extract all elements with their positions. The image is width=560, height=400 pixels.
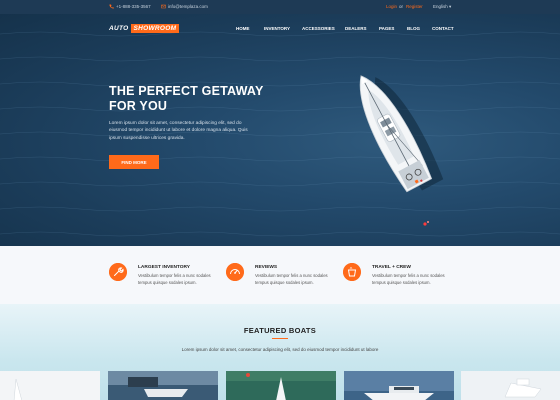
boat-card-1[interactable]	[0, 371, 100, 400]
hero-section: AUTO SHOWROOM HOME INVENTORY ACCESSORIES…	[0, 14, 560, 246]
feature-description: Vestibulum tempor felis a nunc sodales t…	[372, 273, 445, 285]
hero-title: THE PERFECT GETAWAY FOR YOU	[109, 84, 309, 114]
boat-card-3[interactable]	[226, 371, 336, 400]
hero-title-line-1: THE PERFECT GETAWAY	[109, 84, 264, 98]
login-link[interactable]: Login	[386, 4, 397, 10]
wrench-icon	[109, 263, 127, 281]
find-more-button[interactable]: FIND MORE	[109, 155, 159, 169]
register-link[interactable]: Register	[406, 4, 423, 10]
language-selector[interactable]: English	[433, 4, 448, 10]
boat-card-5[interactable]	[461, 371, 560, 400]
feature-title: LARGEST INVENTORY	[138, 265, 190, 270]
phone-icon	[109, 4, 114, 9]
phone-number[interactable]: +1-888-335-3567	[116, 4, 151, 10]
chevron-down-icon[interactable]: ▾	[449, 4, 451, 10]
section-title: FEATURED BOATS	[243, 326, 317, 335]
cup-icon	[343, 263, 361, 281]
featured-boats-section: FEATURED BOATS Lorem ipsum dolor sit ame…	[0, 304, 560, 400]
or-separator: or	[399, 4, 404, 9]
hero-description: Lorem ipsum dolor sit amet, consectetur …	[109, 121, 248, 141]
top-bar: +1-888-335-3567 info@templaza.com Login …	[0, 0, 560, 14]
mail-icon	[161, 4, 166, 9]
gauge-icon	[226, 263, 244, 281]
feature-title: TRAVEL + CREW	[372, 265, 411, 270]
feature-description: Vestibulum tempor felis a nunc sodales t…	[255, 273, 328, 285]
section-subtitle: Lorem ipsum dolor sit amet, consectetur …	[181, 347, 379, 352]
hero-title-line-2: FOR YOU	[109, 99, 168, 113]
boat-card-2[interactable]	[108, 371, 218, 400]
title-underline	[272, 338, 288, 339]
feature-description: Vestibulum tempor felis a nunc sodales t…	[138, 273, 211, 285]
sailboat-image	[359, 75, 444, 226]
feature-title: REVIEWS	[255, 265, 278, 270]
features-strip: LARGEST INVENTORY Vestibulum tempor feli…	[0, 246, 560, 304]
boat-card-4[interactable]	[344, 371, 454, 400]
email-address[interactable]: info@templaza.com	[168, 4, 208, 10]
